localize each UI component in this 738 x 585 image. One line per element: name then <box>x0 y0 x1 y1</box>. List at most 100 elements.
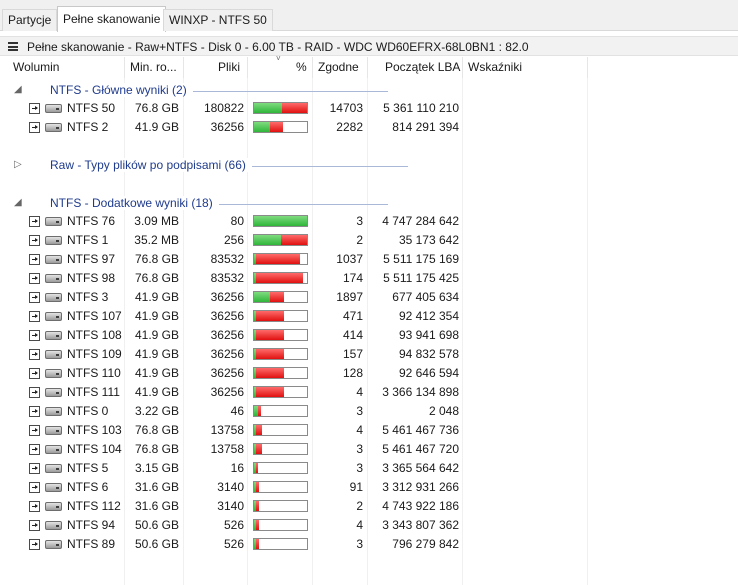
good-segment <box>254 103 282 113</box>
volume-row[interactable]: NTFS 109 41.9 GB 36256 157 94 832 578 <box>0 345 738 364</box>
hard-disk-icon <box>45 464 62 473</box>
volume-row[interactable]: NTFS 108 41.9 GB 36256 414 93 941 698 <box>0 326 738 345</box>
column-divider[interactable] <box>183 57 184 78</box>
group-header[interactable]: ◢ NTFS - Dodatkowe wyniki (18) <box>0 195 738 213</box>
recovery-progress-bar <box>253 500 308 512</box>
volume-row[interactable]: NTFS 50 76.8 GB 180822 14703 5 361 110 210 <box>0 99 738 118</box>
expand-arrow-icon[interactable] <box>29 122 40 133</box>
expand-arrow-icon[interactable] <box>29 103 40 114</box>
recovery-progress-bar <box>253 348 308 360</box>
expand-arrow-icon[interactable] <box>29 463 40 474</box>
volume-size: 76.8 GB <box>134 252 179 266</box>
lba-start: 5 461 467 736 <box>382 423 459 437</box>
good-segment <box>254 292 270 302</box>
expand-arrow-icon[interactable] <box>29 235 40 246</box>
volume-name: NTFS 76 <box>67 214 116 228</box>
volume-row[interactable]: NTFS 5 3.15 GB 16 3 3 365 564 642 <box>0 459 738 478</box>
col-volume[interactable]: Wolumin <box>13 60 59 74</box>
expand-arrow-icon[interactable] <box>29 444 40 455</box>
col-matching[interactable]: Zgodne <box>318 60 359 74</box>
expand-arrow-icon[interactable] <box>29 520 40 531</box>
volume-row[interactable]: NTFS 76 3.09 MB 80 3 4 747 284 642 <box>0 212 738 231</box>
group-label: Raw - Typy plików po podpisami (66) <box>50 158 252 172</box>
expand-arrow-icon[interactable] <box>29 406 40 417</box>
expand-arrow-icon[interactable] <box>29 349 40 360</box>
matching-count: 1037 <box>336 252 363 266</box>
tab-full-scan[interactable]: Pełne skanowanie <box>57 6 167 32</box>
expand-arrow-icon[interactable] <box>29 501 40 512</box>
volume-name: NTFS 98 <box>67 271 116 285</box>
expand-arrow-icon[interactable] <box>29 368 40 379</box>
column-divider[interactable] <box>462 57 463 78</box>
column-divider[interactable] <box>367 57 368 78</box>
expand-arrow-icon[interactable] <box>29 311 40 322</box>
bad-segment <box>256 482 260 492</box>
expand-arrow-icon[interactable] <box>29 254 40 265</box>
volume-size: 76.8 GB <box>134 442 179 456</box>
volume-row[interactable]: NTFS 6 31.6 GB 3140 91 3 312 931 266 <box>0 478 738 497</box>
expand-arrow-icon[interactable] <box>29 539 40 550</box>
lba-start: 4 747 284 642 <box>382 214 459 228</box>
file-count: 256 <box>223 233 244 247</box>
expand-arrow-icon[interactable] <box>29 292 40 303</box>
tab-winxp-ntfs50[interactable]: WINXP - NTFS 50 <box>163 9 273 31</box>
volume-row[interactable]: NTFS 94 50.6 GB 526 4 3 343 807 362 <box>0 516 738 535</box>
tab-partitions[interactable]: Partycje <box>2 9 58 31</box>
volume-row[interactable]: NTFS 3 41.9 GB 36256 1897 677 405 634 <box>0 288 738 307</box>
bad-segment <box>256 444 262 454</box>
recovery-progress-bar <box>253 253 308 265</box>
file-count: 13758 <box>210 423 244 437</box>
expand-arrow-icon[interactable] <box>29 273 40 284</box>
bad-segment <box>256 387 284 397</box>
lba-start: 4 743 922 186 <box>382 499 459 513</box>
expand-arrow-icon[interactable] <box>29 425 40 436</box>
bad-segment <box>258 406 262 416</box>
collapsed-chevron-icon[interactable]: ▷ <box>14 159 22 170</box>
expand-arrow-icon[interactable] <box>29 482 40 493</box>
column-divider[interactable] <box>124 57 125 78</box>
group-header[interactable]: ◢ NTFS - Główne wyniki (2) <box>0 82 738 100</box>
bad-segment <box>256 311 284 321</box>
column-divider[interactable] <box>247 57 248 78</box>
volume-row[interactable]: NTFS 97 76.8 GB 83532 1037 5 511 175 169 <box>0 250 738 269</box>
expanded-chevron-icon[interactable]: ◢ <box>14 197 22 208</box>
file-count: 36256 <box>210 366 244 380</box>
volume-row[interactable]: NTFS 107 41.9 GB 36256 471 92 412 354 <box>0 307 738 326</box>
volume-row[interactable]: NTFS 110 41.9 GB 36256 128 92 646 594 <box>0 364 738 383</box>
matching-count: 2 <box>356 233 363 247</box>
volume-row[interactable]: NTFS 111 41.9 GB 36256 4 3 366 134 898 <box>0 383 738 402</box>
volume-row[interactable]: NTFS 103 76.8 GB 13758 4 5 461 467 736 <box>0 421 738 440</box>
hamburger-menu-icon[interactable] <box>8 42 18 51</box>
volume-row[interactable]: NTFS 0 3.22 GB 46 3 2 048 <box>0 402 738 421</box>
col-min-size[interactable]: Min. ro... <box>130 60 177 74</box>
recovery-progress-bar <box>253 102 308 114</box>
volume-row[interactable]: NTFS 104 76.8 GB 13758 3 5 461 467 720 <box>0 440 738 459</box>
expand-arrow-icon[interactable] <box>29 330 40 341</box>
hard-disk-icon <box>45 104 62 113</box>
lba-start: 3 343 807 362 <box>382 518 459 532</box>
group-header[interactable]: ▷ Raw - Typy plików po podpisami (66) <box>0 157 738 175</box>
matching-count: 14703 <box>329 101 363 115</box>
expand-arrow-icon[interactable] <box>29 387 40 398</box>
col-percent[interactable]: % <box>296 60 307 74</box>
col-lba-start[interactable]: Początek LBA <box>385 60 460 74</box>
matching-count: 4 <box>356 423 363 437</box>
expand-arrow-icon[interactable] <box>29 216 40 227</box>
col-indicators[interactable]: Wskaźniki <box>468 60 522 74</box>
volume-name: NTFS 112 <box>67 499 121 513</box>
volume-row[interactable]: NTFS 98 76.8 GB 83532 174 5 511 175 425 <box>0 269 738 288</box>
volume-row[interactable]: NTFS 89 50.6 GB 526 3 796 279 842 <box>0 535 738 554</box>
volume-name: NTFS 110 <box>67 366 121 380</box>
column-header: Wolumin Min. ro... Pliki ˅ % Zgodne Pocz… <box>0 54 738 78</box>
tab-bar: Partycje Pełne skanowanie WINXP - NTFS 5… <box>0 0 738 32</box>
column-divider[interactable] <box>587 57 588 78</box>
volume-row[interactable]: NTFS 2 41.9 GB 36256 2282 814 291 394 <box>0 118 738 137</box>
expanded-chevron-icon[interactable]: ◢ <box>14 84 22 95</box>
hard-disk-icon <box>45 236 62 245</box>
col-files[interactable]: Pliki <box>218 60 240 74</box>
column-divider[interactable] <box>312 57 313 78</box>
hard-disk-icon <box>45 502 62 511</box>
volume-row[interactable]: NTFS 112 31.6 GB 3140 2 4 743 922 186 <box>0 497 738 516</box>
volume-size: 41.9 GB <box>134 309 179 323</box>
volume-row[interactable]: NTFS 1 35.2 MB 256 2 35 173 642 <box>0 231 738 250</box>
